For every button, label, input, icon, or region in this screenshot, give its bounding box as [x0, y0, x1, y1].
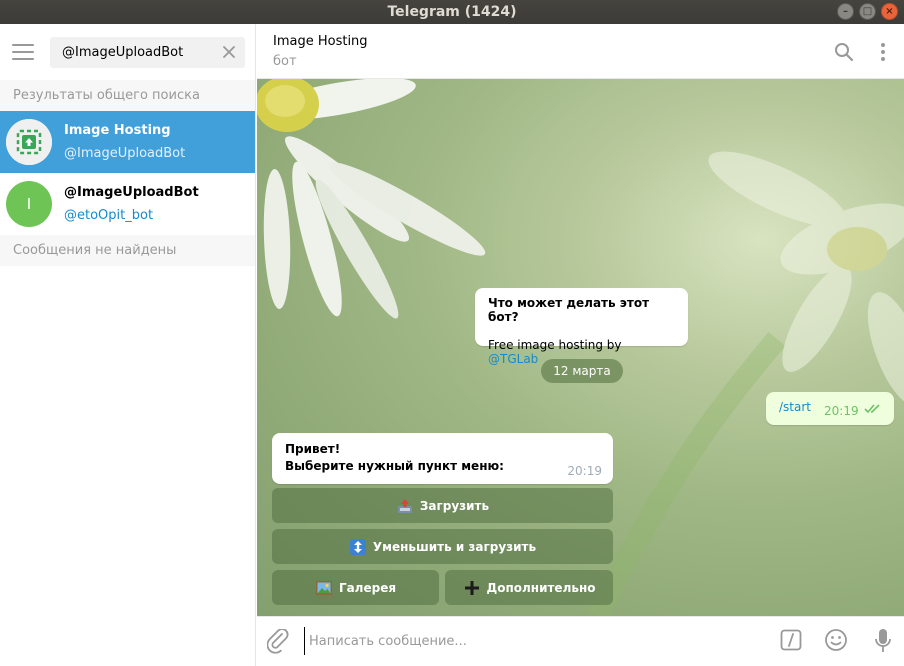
message-input[interactable] [304, 627, 724, 655]
read-check-icon [864, 404, 880, 414]
keyboard-more-label: Дополнительно [486, 580, 596, 595]
global-results-header: Результаты общего поиска [0, 80, 255, 111]
chat-header[interactable]: Image Hosting бот [257, 24, 904, 79]
outgoing-message[interactable]: /start 20:19 [766, 392, 894, 425]
message-line-2: Выберите нужный пункт меню: [285, 459, 504, 473]
search-icon[interactable] [834, 42, 854, 62]
chat-text: Image Hosting @ImageUploadBot [64, 123, 185, 161]
keyboard-gallery-label: Галерея [338, 580, 397, 595]
plus-icon [464, 580, 479, 595]
keyboard-gallery-button[interactable]: Галерея [272, 570, 439, 605]
chat-subtitle: бот [273, 53, 297, 69]
avatar: I [6, 181, 52, 227]
keyboard-upload-button[interactable]: Загрузить [272, 488, 613, 523]
bot-info-card: Что может делать этот бот? Free image ho… [475, 288, 688, 366]
chat-title: Image Hosting [273, 33, 368, 49]
keyboard-more-button[interactable]: Дополнительно [445, 570, 613, 605]
messages-not-found: Сообщения не найдены [0, 235, 255, 266]
avatar-letter: I [26, 195, 32, 213]
mic-icon[interactable] [874, 628, 892, 654]
bot-command-icon[interactable] [780, 629, 802, 651]
maximize-button[interactable]: □ [859, 3, 876, 20]
avatar [6, 119, 52, 165]
hamburger-icon[interactable] [12, 44, 34, 60]
emoji-icon[interactable] [824, 628, 848, 652]
message-time: 20:19 [567, 464, 602, 478]
message-time: 20:19 [824, 404, 859, 418]
message-composer [257, 616, 904, 666]
chat-username: @etoOpit_bot [64, 208, 154, 223]
incoming-message[interactable]: Привет! Выберите нужный пункт меню: 20:1… [272, 433, 613, 484]
date-separator: 12 марта [541, 359, 623, 383]
window-title: Telegram (1424) [387, 4, 517, 20]
inbox-tray-icon [397, 498, 412, 513]
window-controls: – □ × [837, 3, 898, 20]
search-result-image-hosting[interactable]: Image Hosting @ImageUploadBot [0, 111, 255, 173]
keyboard-upload-label: Загрузить [419, 498, 490, 513]
outgoing-command-link[interactable]: /start [779, 400, 811, 414]
picture-icon [315, 580, 332, 595]
chat-panel: Image Hosting бот Что может делать этот … [257, 24, 904, 666]
chat-username: @ImageUploadBot [64, 146, 186, 161]
sidebar: Результаты общего поиска Image Hosting @… [0, 24, 256, 666]
window-titlebar: Telegram (1424) – □ × [0, 0, 904, 24]
bot-info-text: Free image hosting by [488, 338, 622, 352]
minimize-button[interactable]: – [837, 3, 854, 20]
clear-icon[interactable] [221, 44, 237, 60]
tglab-link[interactable]: @TGLab [488, 352, 538, 366]
chat-text: @ImageUploadBot @etoOpit_bot [64, 185, 199, 223]
message-line-1: Привет! [285, 442, 341, 456]
close-window-button[interactable]: × [881, 3, 898, 20]
chat-background: Что может делать этот бот? Free image ho… [257, 79, 904, 616]
search-result-imageuploadbot[interactable]: I @ImageUploadBot @etoOpit_bot [0, 173, 255, 235]
keyboard-resize-upload-button[interactable]: Уменьшить и загрузить [272, 529, 613, 564]
keyboard-resize-upload-label: Уменьшить и загрузить [372, 539, 537, 554]
attach-icon[interactable] [267, 629, 291, 655]
search-box [50, 37, 245, 68]
search-input[interactable] [50, 37, 210, 68]
more-vertical-icon[interactable] [877, 42, 889, 62]
bot-info-question: Что может делать этот бот? [488, 296, 650, 324]
chat-name: @ImageUploadBot [64, 185, 199, 200]
up-down-arrow-icon [349, 538, 366, 555]
upload-avatar-icon [6, 119, 52, 165]
chat-name: Image Hosting [64, 123, 171, 138]
